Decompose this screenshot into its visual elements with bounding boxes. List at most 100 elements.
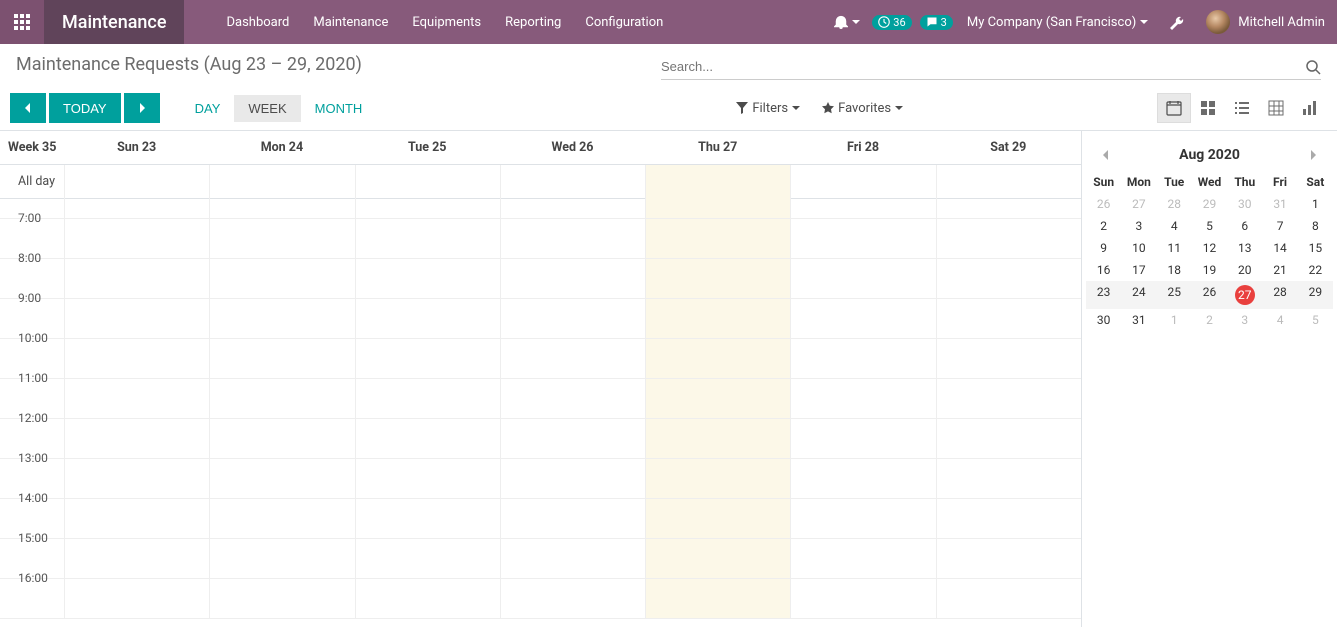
time-cell[interactable] xyxy=(355,299,500,338)
time-cell[interactable] xyxy=(64,419,209,458)
time-cell[interactable] xyxy=(500,579,645,618)
time-cell[interactable] xyxy=(936,259,1081,298)
mini-day[interactable]: 1 xyxy=(1298,193,1333,215)
view-kanban[interactable] xyxy=(1191,93,1225,123)
time-cell[interactable] xyxy=(500,339,645,378)
mini-day[interactable]: 17 xyxy=(1121,259,1156,281)
mini-day[interactable]: 2 xyxy=(1086,215,1121,237)
time-cell[interactable] xyxy=(64,379,209,418)
time-cell[interactable] xyxy=(64,499,209,538)
view-pivot[interactable] xyxy=(1259,93,1293,123)
time-cell[interactable] xyxy=(64,539,209,578)
notifications-button[interactable] xyxy=(826,0,868,44)
time-cell[interactable] xyxy=(209,379,354,418)
mini-day[interactable]: 29 xyxy=(1192,193,1227,215)
mini-day[interactable]: 30 xyxy=(1086,309,1121,331)
time-cell[interactable] xyxy=(355,499,500,538)
day-header[interactable]: Thu 27 xyxy=(645,140,790,155)
allday-cell[interactable] xyxy=(355,165,500,199)
user-menu[interactable]: Mitchell Admin xyxy=(1194,10,1337,34)
time-cell[interactable] xyxy=(209,579,354,618)
time-cell[interactable] xyxy=(645,379,790,418)
time-cell[interactable] xyxy=(355,419,500,458)
nav-maintenance[interactable]: Maintenance xyxy=(301,0,400,44)
time-cell[interactable] xyxy=(209,199,354,218)
nav-equipments[interactable]: Equipments xyxy=(400,0,493,44)
day-header[interactable]: Mon 24 xyxy=(209,140,354,155)
day-header[interactable]: Tue 25 xyxy=(355,140,500,155)
time-cell[interactable] xyxy=(209,259,354,298)
today-button[interactable]: TODAY xyxy=(49,93,121,123)
allday-cell[interactable] xyxy=(209,165,354,199)
mini-day[interactable]: 27 xyxy=(1227,281,1262,309)
mini-day[interactable]: 28 xyxy=(1262,281,1297,309)
time-cell[interactable] xyxy=(645,459,790,498)
time-cell[interactable] xyxy=(64,579,209,618)
mini-day[interactable]: 26 xyxy=(1086,193,1121,215)
time-cell[interactable] xyxy=(64,259,209,298)
mini-day[interactable]: 13 xyxy=(1227,237,1262,259)
search-input[interactable] xyxy=(661,57,1305,76)
time-cell[interactable] xyxy=(790,579,935,618)
mini-day[interactable]: 19 xyxy=(1192,259,1227,281)
time-cell[interactable] xyxy=(645,299,790,338)
mini-day[interactable]: 25 xyxy=(1157,281,1192,309)
mini-day[interactable]: 10 xyxy=(1121,237,1156,259)
mini-day[interactable]: 5 xyxy=(1192,215,1227,237)
view-graph[interactable] xyxy=(1293,93,1327,123)
time-cell[interactable] xyxy=(64,459,209,498)
time-cell[interactable] xyxy=(645,219,790,258)
scale-day[interactable]: DAY xyxy=(181,95,235,122)
time-cell[interactable] xyxy=(936,379,1081,418)
mini-day[interactable]: 14 xyxy=(1262,237,1297,259)
time-cell[interactable] xyxy=(936,579,1081,618)
time-cell[interactable] xyxy=(645,259,790,298)
mini-day[interactable]: 26 xyxy=(1192,281,1227,309)
time-cell[interactable] xyxy=(355,459,500,498)
time-cell[interactable] xyxy=(790,499,935,538)
mini-day[interactable]: 24 xyxy=(1121,281,1156,309)
time-cell[interactable] xyxy=(500,419,645,458)
day-header[interactable]: Fri 28 xyxy=(790,140,935,155)
time-cell[interactable] xyxy=(790,299,935,338)
time-cell[interactable] xyxy=(936,539,1081,578)
time-cell[interactable] xyxy=(936,299,1081,338)
time-cell[interactable] xyxy=(355,339,500,378)
time-cell[interactable] xyxy=(355,219,500,258)
day-header[interactable]: Wed 26 xyxy=(500,140,645,155)
time-cell[interactable] xyxy=(936,339,1081,378)
nav-reporting[interactable]: Reporting xyxy=(493,0,573,44)
time-cell[interactable] xyxy=(209,459,354,498)
mini-day[interactable]: 8 xyxy=(1298,215,1333,237)
time-cell[interactable] xyxy=(645,499,790,538)
time-cell[interactable] xyxy=(209,219,354,258)
time-cell[interactable] xyxy=(500,299,645,338)
time-cell[interactable] xyxy=(936,459,1081,498)
time-cell[interactable] xyxy=(355,579,500,618)
time-cell[interactable] xyxy=(500,379,645,418)
time-cell[interactable] xyxy=(209,539,354,578)
mini-day[interactable]: 3 xyxy=(1227,309,1262,331)
time-cell[interactable] xyxy=(645,579,790,618)
time-cell[interactable] xyxy=(936,199,1081,218)
time-cell[interactable] xyxy=(209,499,354,538)
view-calendar[interactable] xyxy=(1157,93,1191,123)
next-button[interactable] xyxy=(124,93,160,123)
mini-prev[interactable] xyxy=(1096,145,1116,165)
mini-day[interactable]: 21 xyxy=(1262,259,1297,281)
time-cell[interactable] xyxy=(500,219,645,258)
mini-day[interactable]: 4 xyxy=(1157,215,1192,237)
time-cell[interactable] xyxy=(64,339,209,378)
time-grid-scroll[interactable]: 6:007:008:009:0010:0011:0012:0013:0014:0… xyxy=(0,199,1081,627)
day-header[interactable]: Sat 29 xyxy=(936,140,1081,155)
mini-day[interactable]: 3 xyxy=(1121,215,1156,237)
time-cell[interactable] xyxy=(645,339,790,378)
debug-button[interactable] xyxy=(1158,14,1194,30)
mini-day[interactable]: 20 xyxy=(1227,259,1262,281)
mini-day[interactable]: 23 xyxy=(1086,281,1121,309)
scale-month[interactable]: MONTH xyxy=(301,95,377,122)
time-cell[interactable] xyxy=(209,299,354,338)
time-cell[interactable] xyxy=(500,539,645,578)
time-cell[interactable] xyxy=(645,199,790,218)
nav-configuration[interactable]: Configuration xyxy=(573,0,675,44)
